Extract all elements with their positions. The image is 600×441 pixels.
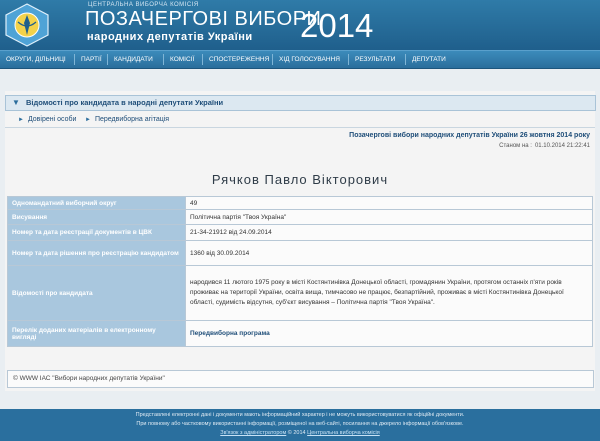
- divider: [5, 127, 595, 128]
- campaigning-label: Передвиборна агітація: [94, 116, 170, 123]
- nav-divider: [74, 54, 75, 65]
- footer-attribution: При повному або частковому використанні …: [136, 421, 464, 427]
- table-row: Номер та дата рішення про реєстрацію кан…: [7, 240, 593, 266]
- nav-divider: [107, 54, 108, 65]
- candidate-name: Рячков Павло Вікторович: [211, 172, 389, 187]
- row-value: Політична партія "Твоя Україна": [185, 209, 593, 225]
- election-title: Позачергові вибори народних депутатів Ук…: [349, 132, 590, 139]
- table-row: Номер та дата реєстрації документів в ЦВ…: [7, 224, 593, 241]
- nav-divider: [405, 54, 406, 65]
- row-value: 1360 від 30.09.2014: [185, 240, 593, 266]
- footer-copyright: © 2014: [287, 430, 306, 436]
- nav-divider: [202, 54, 203, 65]
- site-subtitle: народних депутатів України: [87, 31, 253, 43]
- nav-divider: [272, 54, 273, 65]
- nav-item-deputies[interactable]: ДЕПУТАТИ: [412, 51, 446, 68]
- cvk-emblem-icon[interactable]: [2, 2, 52, 47]
- table-row: Одномандатний виборчий округ 49: [7, 196, 593, 210]
- arrow-right-icon: ►: [85, 117, 91, 123]
- table-row: Висування Політична партія "Твоя Україна…: [7, 209, 593, 225]
- election-year: 2014: [300, 7, 374, 44]
- nav-divider: [163, 54, 164, 65]
- contact-admin-link[interactable]: Зв'язок з адміністратором: [220, 430, 286, 436]
- nav-item-districts[interactable]: ОКРУГИ, ДІЛЬНИЦІ: [6, 51, 66, 68]
- candidate-info-table: Одномандатний виборчий округ 49 Висуванн…: [7, 196, 593, 347]
- site-footer: Представлені електронні дані і документи…: [0, 409, 600, 441]
- row-label: Висування: [7, 209, 186, 225]
- main-nav: ОКРУГИ, ДІЛЬНИЦІ ПАРТІЇ КАНДИДАТИ КОМІСІ…: [0, 50, 600, 69]
- status-label: Станом на :: [499, 143, 532, 149]
- row-value: народився 11 лютого 1975 року в місті Ко…: [185, 265, 593, 321]
- arrow-right-icon: ►: [18, 117, 24, 123]
- status-line: Станом на :01.10.2014 21:22:41: [496, 143, 590, 149]
- row-label: Одномандатний виборчий округ: [7, 196, 186, 210]
- row-value: 49: [185, 196, 593, 210]
- trusted-persons-label: Довірені особи: [27, 116, 77, 123]
- row-label: Відомості про кандидата: [7, 265, 186, 321]
- row-value: Передвиборна програма: [185, 320, 593, 347]
- nav-divider: [348, 54, 349, 65]
- section-header: ▼ Відомості про кандидата в народні депу…: [5, 95, 596, 111]
- nav-item-results[interactable]: РЕЗУЛЬТАТИ: [355, 51, 395, 68]
- table-row: Перелік доданих матеріалів в електронном…: [7, 320, 593, 347]
- nav-item-candidates[interactable]: КАНДИДАТИ: [114, 51, 153, 68]
- nav-item-parties[interactable]: ПАРТІЇ: [81, 51, 102, 68]
- nav-item-voting-progress[interactable]: ХІД ГОЛОСУВАННЯ: [279, 51, 340, 68]
- campaigning-link[interactable]: ► Передвиборна агітація: [85, 116, 169, 123]
- footer-links: Зв'язок з адміністратором © 2014 Централ…: [0, 430, 600, 436]
- table-row: Відомості про кандидата народився 11 лют…: [7, 265, 593, 321]
- row-label: Перелік доданих матеріалів в електронном…: [7, 320, 186, 347]
- status-datetime: 01.10.2014 21:22:41: [534, 143, 590, 149]
- campaign-program-link[interactable]: Передвиборна програма: [190, 330, 270, 337]
- site-header: ЦЕНТРАЛЬНА ВИБОРЧА КОМІСІЯ ПОЗАЧЕРГОВІ В…: [0, 0, 600, 50]
- cvk-link[interactable]: Центральна виборча комісія: [307, 430, 380, 436]
- copyright-bar: © WWW ІАС "Вибори народних депутатів Укр…: [7, 370, 594, 388]
- site-title: ПОЗАЧЕРГОВІ ВИБОРИ: [85, 8, 322, 30]
- chevron-down-icon: ▼: [12, 98, 20, 107]
- footer-disclaimer: Представлені електронні дані і документи…: [135, 412, 465, 418]
- section-title: Відомості про кандидата в народні депута…: [26, 98, 224, 107]
- nav-item-commissions[interactable]: КОМІСІЇ: [170, 51, 194, 68]
- nav-item-observation[interactable]: СПОСТЕРЕЖЕННЯ: [209, 51, 269, 68]
- row-label: Номер та дата рішення про реєстрацію кан…: [7, 240, 186, 266]
- row-value: 21-34-21912 від 24.09.2014: [185, 224, 593, 241]
- trusted-persons-link[interactable]: ► Довірені особи: [18, 116, 76, 123]
- row-label: Номер та дата реєстрації документів в ЦВ…: [7, 224, 186, 241]
- copyright-text: © WWW ІАС "Вибори народних депутатів Укр…: [13, 375, 165, 382]
